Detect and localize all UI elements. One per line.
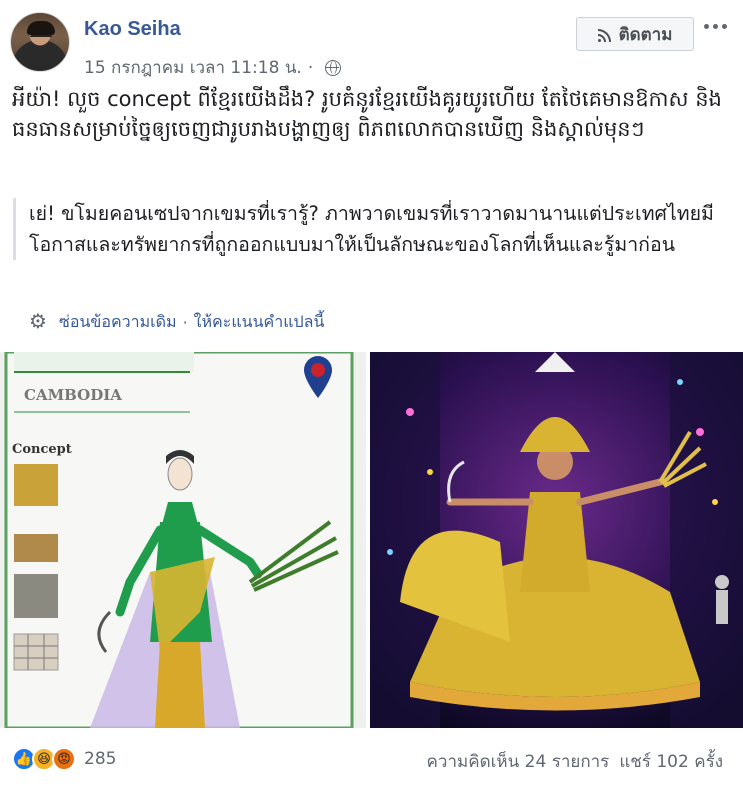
concept-sketch-illustration: CAMBODIA Concept [0,352,366,728]
translate-separator: · [182,313,188,332]
globe-icon[interactable] [325,59,342,76]
author-avatar[interactable] [10,12,70,72]
hide-original-link[interactable]: ซ่อนข้อความเดิม [59,310,177,335]
reaction-count: 285 [84,749,117,769]
cambodia-label: CAMBODIA [24,386,122,404]
follow-button[interactable]: ติดตาม [576,17,694,51]
more-dots-icon [713,24,718,29]
more-options-button[interactable] [704,24,732,38]
costume-photo-image[interactable] [370,352,743,728]
rss-icon [597,27,613,42]
gear-icon[interactable] [29,309,47,333]
avatar-glasses [30,35,52,40]
concept-sketch-image[interactable]: CAMBODIA Concept [0,352,366,728]
concept-label: Concept [12,442,72,457]
translation-controls: ซ่อนข้อความเดิม · ให้คะแนนคำแปลนี้ [29,309,325,335]
follow-label: ติดตาม [618,24,673,45]
author-name[interactable]: Kao Seiha [84,18,181,41]
reactions-summary[interactable]: 👍 😆 😡 285 [12,747,116,771]
comments-count-link[interactable]: ความคิดเห็น 24 รายการ [427,748,610,775]
post-timestamp[interactable]: 15 กรกฎาคม เวลา 11:18 น. [84,54,302,81]
angry-reaction-icon: 😡 [52,747,76,771]
facebook-post: Kao Seiha 15 กรกฎาคม เวลา 11:18 น. · ติด… [0,0,743,787]
translated-text: เย่! ขโมยคอนเซปจากเขมรที่เรารู้? ภาพวาดเ… [13,198,731,260]
post-stats: ความคิดเห็น 24 รายการ แชร์ 102 ครั้ง [427,748,723,775]
post-text: អីយ៉ា! លួច concept ពីខ្មែរយើងដឹង? រូបគំន… [12,87,722,141]
more-dots-icon [704,24,709,29]
costume-photo-illustration [370,352,743,728]
avatar-hair [27,21,55,35]
post-meta: 15 กรกฎาคม เวลา 11:18 น. · [84,54,342,81]
shares-count-link[interactable]: แชร์ 102 ครั้ง [619,748,723,775]
meta-dot: · [307,57,314,78]
more-dots-icon [722,24,727,29]
rate-translation-link[interactable]: ให้คะแนนคำแปลนี้ [194,310,325,335]
